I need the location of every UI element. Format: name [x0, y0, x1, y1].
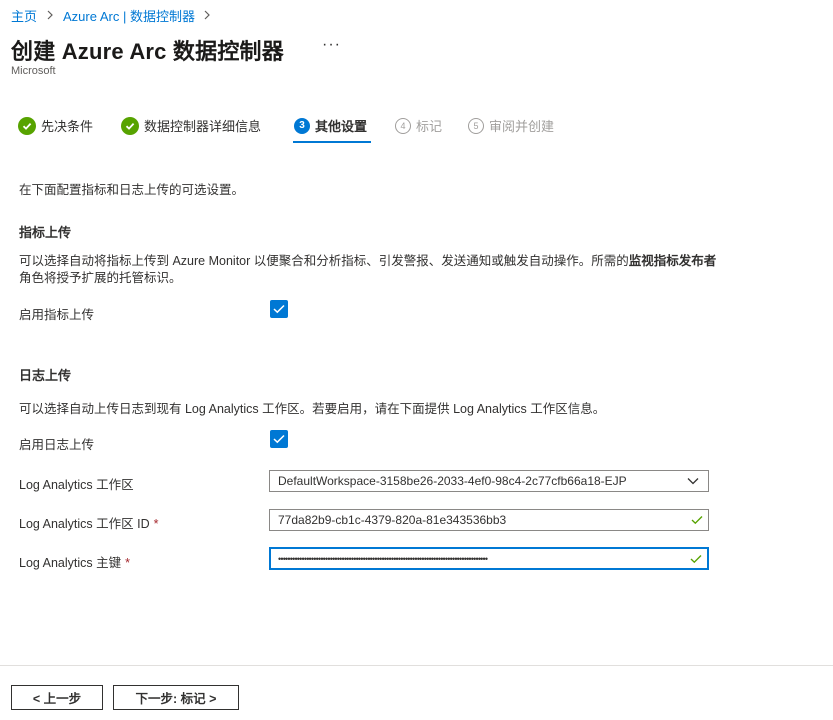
metrics-desc-role: 监视指标发布者: [628, 254, 717, 268]
page-title: 创建 Azure Arc 数据控制器: [11, 39, 284, 64]
step-additional-settings[interactable]: 3 其他设置: [294, 116, 367, 135]
active-step-indicator: [293, 141, 371, 143]
primary-key-masked-value: ••••••••••••••••••••••••••••••••••••••••…: [278, 553, 488, 564]
intro-text: 在下面配置指标和日志上传的可选设置。: [19, 183, 245, 197]
workspace-dropdown[interactable]: DefaultWorkspace-3158be26-2033-4ef0-98c4…: [269, 470, 709, 492]
workspace-id-value: 77da82b9-cb1c-4379-820a-81e343536bb3: [278, 513, 507, 527]
enable-logs-checkbox[interactable]: [270, 430, 288, 448]
enable-logs-label: 启用日志上传: [19, 438, 95, 452]
previous-button[interactable]: < 上一步: [11, 685, 103, 710]
metrics-description: 可以选择自动将指标上传到 Azure Monitor 以便聚合和分析指标、引发警…: [19, 253, 719, 287]
checkmark-icon: [121, 116, 139, 135]
workspace-id-label-text: Log Analytics 工作区 ID: [19, 517, 150, 531]
primary-key-label: Log Analytics 主键 *: [19, 552, 130, 571]
breadcrumb-home-link[interactable]: 主页: [11, 6, 37, 25]
metrics-section-title: 指标上传: [19, 225, 72, 240]
step-label: 标记: [416, 119, 443, 134]
step-label: 先决条件: [41, 119, 94, 134]
checkmark-icon: [273, 304, 285, 314]
enable-metrics-checkbox[interactable]: [270, 300, 288, 318]
step-number-badge: 4: [395, 117, 411, 134]
logs-section-title: 日志上传: [19, 368, 72, 383]
logs-description: 可以选择自动上传日志到现有 Log Analytics 工作区。若要启用，请在下…: [19, 402, 606, 416]
breadcrumb-parent-link[interactable]: Azure Arc | 数据控制器: [63, 6, 195, 25]
step-review-create[interactable]: 5 审阅并创建: [468, 116, 554, 135]
validation-checkmark-icon: [686, 515, 708, 525]
metrics-desc-text: 可以选择自动将指标上传到 Azure Monitor 以便聚合和分析指标、引发警…: [19, 254, 629, 268]
more-options-button[interactable]: ···: [322, 36, 341, 54]
step-tags[interactable]: 4 标记: [395, 116, 442, 135]
workspace-label: Log Analytics 工作区: [19, 478, 134, 492]
chevron-right-icon: [43, 9, 57, 23]
next-button[interactable]: 下一步: 标记 >: [113, 685, 239, 710]
step-label: 审阅并创建: [489, 119, 555, 134]
validation-checkmark-icon: [685, 554, 707, 564]
primary-key-input[interactable]: ••••••••••••••••••••••••••••••••••••••••…: [269, 547, 709, 570]
chevron-down-icon: [678, 477, 708, 485]
publisher-label: Microsoft: [11, 65, 56, 77]
breadcrumb: 主页 Azure Arc | 数据控制器: [11, 6, 221, 25]
checkmark-icon: [18, 116, 36, 135]
metrics-desc-text-end: 角色将授予扩展的托管标识。: [19, 271, 182, 285]
chevron-right-icon: [201, 9, 215, 23]
workspace-id-input[interactable]: 77da82b9-cb1c-4379-820a-81e343536bb3: [269, 509, 709, 531]
workspace-id-label: Log Analytics 工作区 ID *: [19, 513, 158, 532]
step-number-badge: 5: [468, 117, 484, 134]
required-mark: *: [125, 556, 131, 570]
step-number-badge: 3: [294, 117, 310, 134]
checkmark-icon: [273, 434, 285, 444]
enable-metrics-label: 启用指标上传: [19, 308, 95, 322]
step-label: 数据控制器详细信息: [144, 119, 262, 134]
primary-key-label-text: Log Analytics 主键: [19, 556, 122, 570]
workspace-selected-value: DefaultWorkspace-3158be26-2033-4ef0-98c4…: [278, 474, 627, 488]
step-label: 其他设置: [315, 119, 368, 134]
step-controller-details[interactable]: 数据控制器详细信息: [121, 116, 261, 135]
step-prerequisites[interactable]: 先决条件: [18, 116, 93, 135]
footer-divider: [0, 665, 833, 666]
required-mark: *: [153, 517, 159, 531]
